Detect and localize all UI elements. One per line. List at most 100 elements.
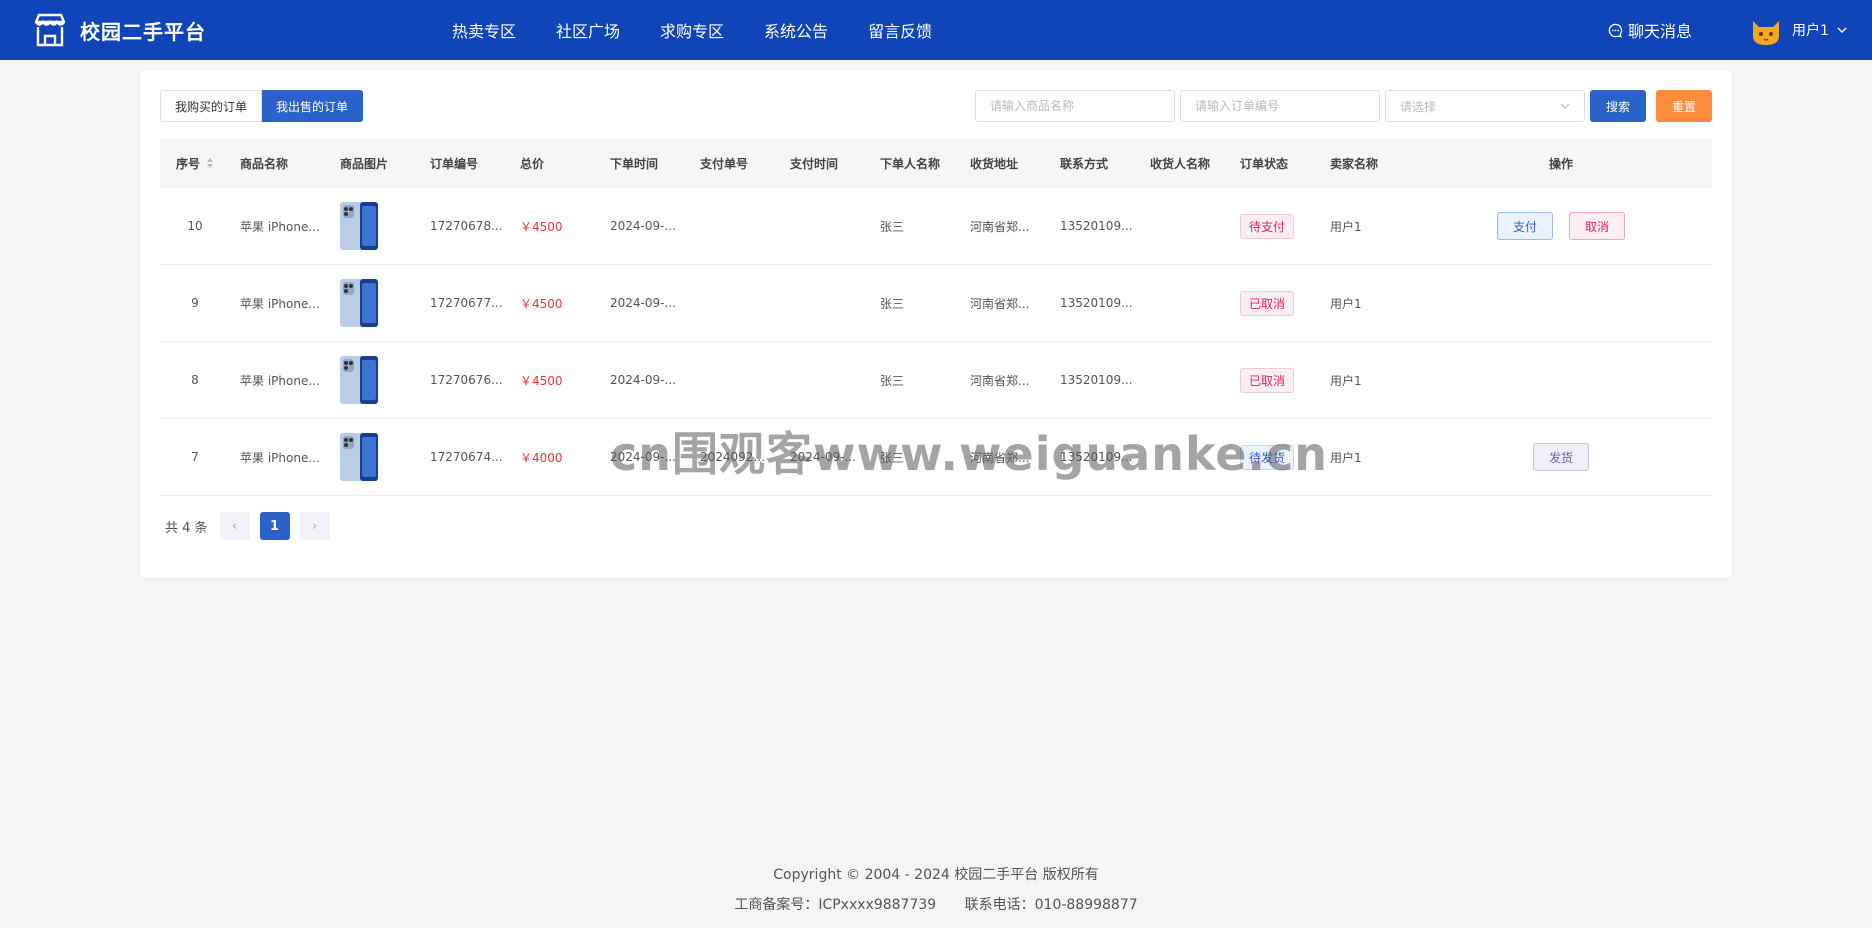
cell-actions: 支付 取消: [1410, 212, 1712, 240]
iphone-thumbnail[interactable]: [340, 356, 378, 404]
nav-wanted[interactable]: 求购专区: [660, 18, 724, 42]
col-payment-time: 支付时间: [790, 156, 839, 171]
col-index[interactable]: 序号: [160, 155, 230, 172]
orders-card: 我购买的订单 我出售的订单 请选择 搜索 重置 序号 商品名称 商品图片 订单编…: [140, 70, 1732, 578]
ship-button[interactable]: 发货: [1532, 443, 1589, 471]
col-actions: 操作: [1548, 156, 1573, 171]
status-badge: 已取消: [1240, 290, 1295, 316]
cell-order-number: 17270676...: [430, 373, 503, 387]
search-button[interactable]: 搜索: [1590, 90, 1646, 122]
page-number-button[interactable]: 1: [259, 512, 290, 540]
cell-index: 9: [191, 296, 199, 310]
cell-product-image: [330, 356, 420, 404]
pay-button[interactable]: 支付: [1496, 212, 1553, 240]
user-name: 用户1: [1792, 23, 1829, 39]
pagination: 共 4 条 ‹ 1 ›: [165, 512, 340, 540]
nav-announcement[interactable]: 系统公告: [764, 18, 828, 42]
cell-index: 10: [187, 219, 203, 233]
cell-product-image: [330, 433, 420, 481]
cell-index: 8: [191, 373, 199, 387]
cell-buyer: 张三: [880, 219, 905, 234]
cell-order-time: 2024-09-...: [610, 373, 676, 387]
nav-hot-sale[interactable]: 热卖专区: [452, 18, 516, 42]
cell-contact: 13520109...: [1060, 219, 1133, 233]
status-badge: 待支付: [1240, 213, 1295, 239]
nav-community[interactable]: 社区广场: [556, 18, 620, 42]
main-nav: 热卖专区 社区广场 求购专区 系统公告 留言反馈: [452, 0, 972, 60]
nav-feedback[interactable]: 留言反馈: [868, 18, 932, 42]
cell-product-name: 苹果 iPhone...: [240, 450, 320, 465]
cell-seller: 用户1: [1330, 373, 1362, 388]
cell-total: ￥4500: [520, 296, 563, 311]
footer-info: 工商备案号：ICPxxxx9887739 联系电话：010-88998877: [0, 890, 1872, 920]
chevron-left-icon: ‹: [231, 518, 238, 534]
iphone-thumbnail[interactable]: [340, 279, 378, 327]
cell-seller: 用户1: [1330, 450, 1362, 465]
cat-avatar-icon: [1753, 21, 1779, 45]
copyright: Copyright © 2004 - 2024 校园二手平台 版权所有: [773, 867, 1099, 883]
status-select-placeholder: 请选择: [1400, 99, 1437, 114]
tab-sold-orders[interactable]: 我出售的订单: [262, 90, 364, 122]
cell-contact: 13520109...: [1060, 373, 1133, 387]
cell-total: ￥4500: [520, 219, 563, 234]
sort-icon[interactable]: [206, 157, 214, 169]
cell-address: 河南省郑...: [970, 373, 1030, 388]
chat-messages-link[interactable]: 聊天消息: [1608, 0, 1692, 60]
chat-label: 聊天消息: [1628, 22, 1693, 41]
order-number-input[interactable]: [1180, 90, 1380, 122]
chat-icon: [1608, 23, 1623, 38]
cell-buyer: 张三: [880, 296, 905, 311]
cell-order-number: 17270678...: [430, 219, 503, 233]
cell-status: 已取消: [1230, 367, 1320, 393]
cell-buyer: 张三: [880, 373, 905, 388]
cell-address: 河南省郑...: [970, 296, 1030, 311]
cell-product-image: [330, 279, 420, 327]
status-badge: 已取消: [1240, 367, 1295, 393]
col-receiver: 收货人名称: [1150, 156, 1211, 171]
search-filters: 请选择 搜索 重置: [975, 90, 1712, 122]
cell-product-name: 苹果 iPhone...: [240, 373, 320, 388]
product-name-input[interactable]: [975, 90, 1175, 122]
table-header: 序号 商品名称 商品图片 订单编号 总价 下单时间 支付单号 支付时间 下单人名…: [160, 138, 1712, 188]
cell-order-time: 2024-09-...: [610, 219, 676, 233]
status-select[interactable]: 请选择: [1385, 90, 1585, 122]
cell-order-number: 17270677...: [430, 296, 503, 310]
cell-product-name: 苹果 iPhone...: [240, 219, 320, 234]
col-total: 总价: [520, 156, 545, 171]
cell-index: 7: [191, 450, 199, 464]
col-payment-number: 支付单号: [700, 156, 749, 171]
watermark: cn围观客www.weiguanke.cn: [610, 427, 1329, 481]
cell-order-number: 17270674...: [430, 450, 503, 464]
table-row: 9 苹果 iPhone... 17270677... ￥4500 2024-09…: [160, 265, 1712, 342]
cell-contact: 13520109...: [1060, 296, 1133, 310]
contact-phone: 联系电话：010-88998877: [964, 897, 1138, 913]
top-navbar: 校园二手平台 热卖专区 社区广场 求购专区 系统公告 留言反馈 聊天消息 用户1: [0, 0, 1872, 60]
user-menu[interactable]: 用户1: [1748, 0, 1847, 60]
col-contact: 联系方式: [1060, 156, 1109, 171]
col-status: 订单状态: [1240, 156, 1289, 171]
col-buyer: 下单人名称: [880, 156, 941, 171]
tab-bought-orders[interactable]: 我购买的订单: [160, 90, 263, 122]
cell-status: 待支付: [1230, 213, 1320, 239]
cancel-button[interactable]: 取消: [1569, 212, 1626, 240]
chevron-down-icon: [1837, 27, 1847, 33]
reset-button[interactable]: 重置: [1656, 90, 1712, 122]
chevron-right-icon: ›: [311, 518, 318, 534]
col-index-label: 序号: [175, 156, 200, 171]
col-seller: 卖家名称: [1330, 156, 1379, 171]
cell-product-image: [330, 202, 420, 250]
iphone-thumbnail[interactable]: [340, 433, 378, 481]
iphone-thumbnail[interactable]: [340, 202, 378, 250]
cell-address: 河南省郑...: [970, 219, 1030, 234]
next-page-button[interactable]: ›: [299, 512, 330, 540]
store-logo-icon: [34, 13, 66, 47]
table-row: 8 苹果 iPhone... 17270676... ￥4500 2024-09…: [160, 342, 1712, 419]
col-order-number: 订单编号: [430, 156, 479, 171]
prev-page-button[interactable]: ‹: [219, 512, 250, 540]
cell-order-time: 2024-09-...: [610, 296, 676, 310]
brand[interactable]: 校园二手平台: [30, 10, 206, 50]
col-product-name: 商品名称: [240, 156, 289, 171]
cell-product-name: 苹果 iPhone...: [240, 296, 320, 311]
brand-name: 校园二手平台: [80, 19, 206, 44]
cell-seller: 用户1: [1330, 219, 1362, 234]
